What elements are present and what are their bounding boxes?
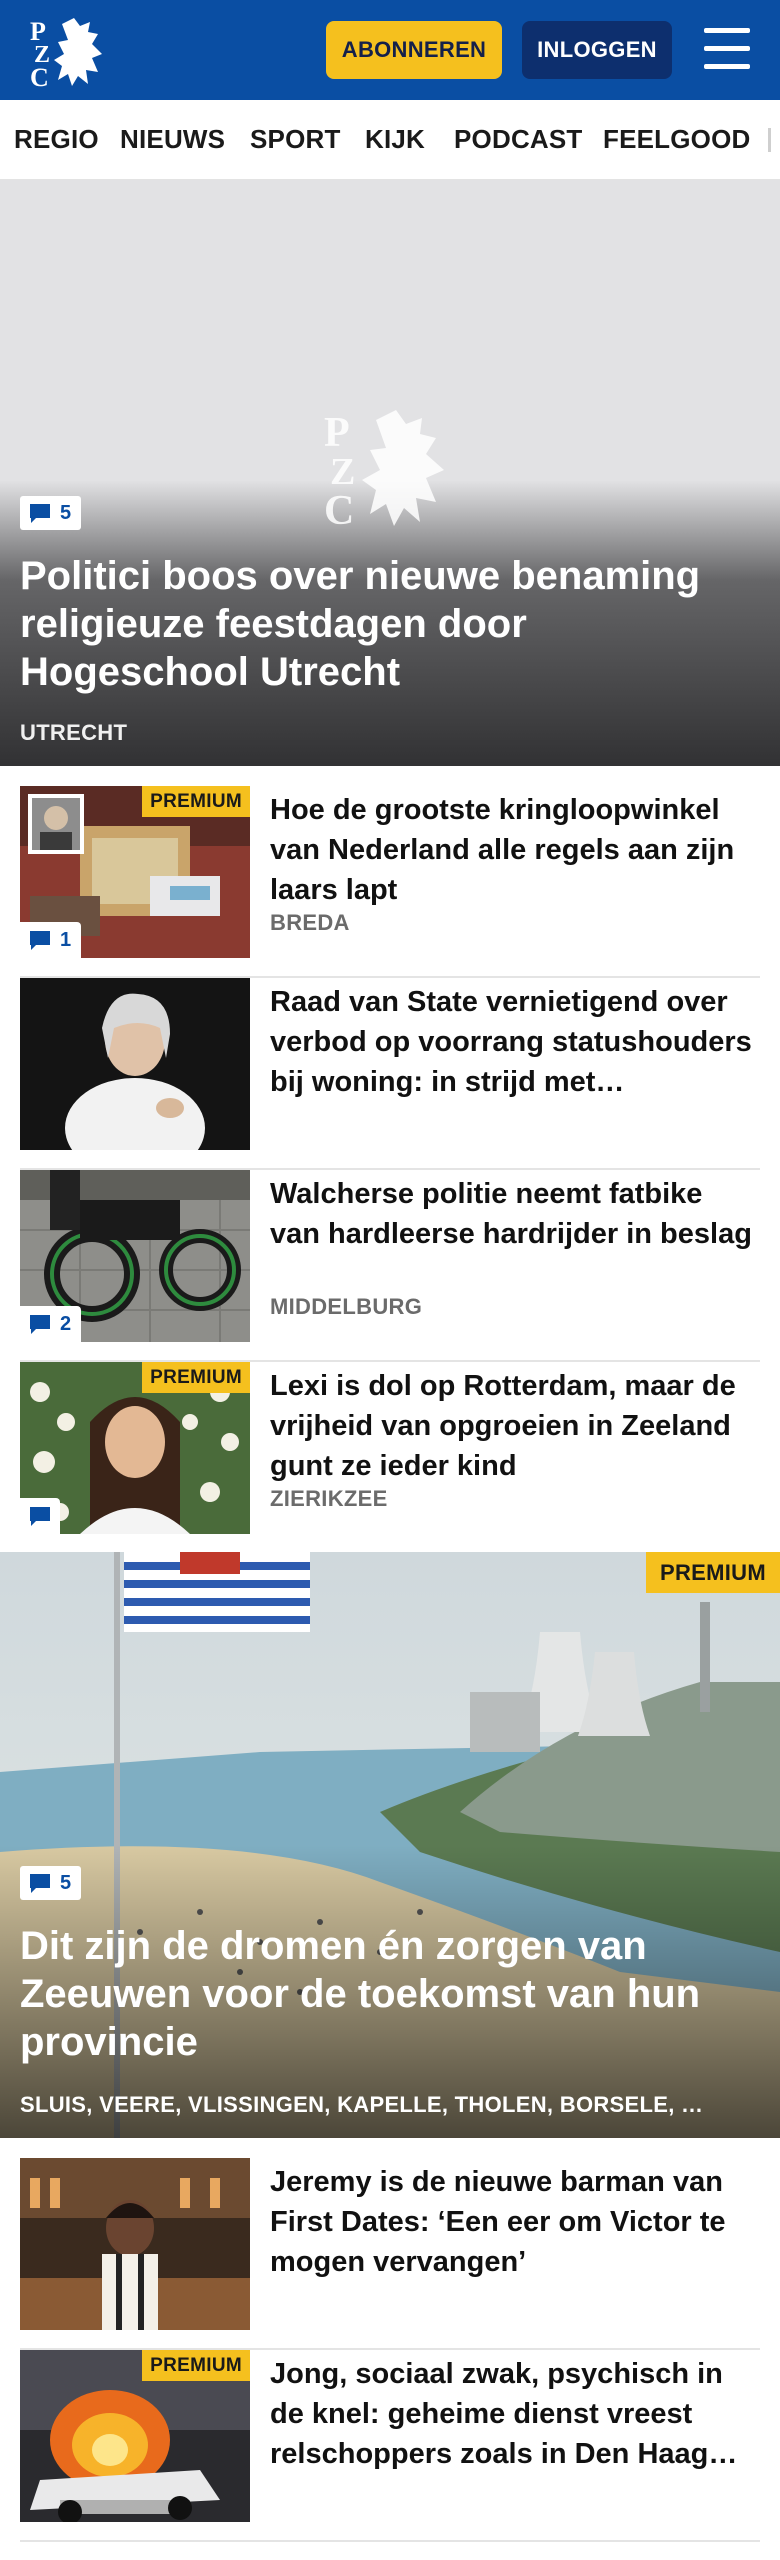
section-nav: REGIO NIEUWS SPORT KIJK PODCAST FEELGOOD bbox=[0, 100, 780, 180]
article-item[interactable]: PREMIUM Jong, sociaal zwak, psychisch in… bbox=[20, 2350, 760, 2542]
article-location: BREDA bbox=[270, 910, 350, 935]
article-location: ZIERIKZEE bbox=[270, 1486, 388, 1511]
nav-overflow-indicator bbox=[768, 128, 771, 152]
article-item[interactable]: 2 Walcherse politie neemt fatbike van ha… bbox=[20, 1170, 760, 1362]
premium-badge: PREMIUM bbox=[142, 2350, 250, 2381]
comment-icon bbox=[30, 931, 50, 950]
hero-article[interactable]: P Z C 5 Politici boos over nieuwe benami… bbox=[0, 180, 780, 766]
comment-icon bbox=[30, 504, 50, 523]
svg-text:C: C bbox=[30, 63, 49, 88]
nav-item-kijk[interactable]: KIJK bbox=[365, 124, 425, 155]
nav-item-nieuws[interactable]: NIEUWS bbox=[120, 124, 225, 155]
premium-badge: PREMIUM bbox=[646, 1552, 780, 1593]
premium-badge: PREMIUM bbox=[142, 786, 250, 817]
comment-icon bbox=[30, 1315, 50, 1334]
feature-article[interactable]: PREMIUM 5 Dit zijn de dromen én zorgen v… bbox=[0, 1552, 780, 2138]
nav-item-podcast[interactable]: PODCAST bbox=[454, 124, 583, 155]
subscribe-button[interactable]: ABONNEREN bbox=[326, 21, 502, 79]
article-thumbnail[interactable] bbox=[20, 978, 250, 1150]
svg-text:C: C bbox=[324, 488, 354, 528]
article-location: MIDDELBURG bbox=[270, 1294, 423, 1319]
site-header: P Z C ABONNEREN INLOGGEN bbox=[0, 0, 780, 100]
nav-item-sport[interactable]: SPORT bbox=[250, 124, 341, 155]
comment-icon bbox=[30, 1874, 50, 1893]
comment-count-badge[interactable]: 5 bbox=[20, 496, 82, 530]
article-item[interactable]: PREMIUM 1 Hoe de grootste kringloopwinke… bbox=[20, 786, 760, 978]
comment-count: 1 bbox=[60, 928, 72, 951]
article-thumbnail[interactable]: PREMIUM bbox=[20, 1362, 250, 1534]
article-thumbnail[interactable]: PREMIUM bbox=[20, 2350, 250, 2522]
nav-item-feelgood[interactable]: FEELGOOD bbox=[603, 124, 751, 155]
premium-badge: PREMIUM bbox=[142, 1362, 250, 1393]
svg-text:Z: Z bbox=[330, 451, 355, 493]
article-item[interactable]: PREMIUM Lexi is dol op Rotterdam, maar d… bbox=[20, 1362, 760, 1554]
comment-count-badge[interactable]: 2 bbox=[20, 1306, 82, 1342]
article-title[interactable]: Lexi is dol op Rotterdam, maar de vrijhe… bbox=[270, 1366, 760, 1486]
comment-count: 5 bbox=[60, 501, 72, 524]
comment-count-badge[interactable]: 5 bbox=[20, 1866, 82, 1900]
hero-title[interactable]: Politici boos over nieuwe benaming relig… bbox=[20, 552, 740, 696]
placeholder-logo-image: P Z C bbox=[320, 404, 460, 534]
article-item[interactable]: Jeremy is de nieuwe barman van First Dat… bbox=[20, 2158, 760, 2350]
pzc-logo[interactable]: P Z C bbox=[28, 14, 112, 92]
comment-count: 2 bbox=[60, 1312, 72, 1335]
hero-location: UTRECHT bbox=[20, 720, 128, 745]
comment-count: 5 bbox=[60, 1871, 72, 1894]
article-title[interactable]: Jong, sociaal zwak, psychisch in de knel… bbox=[270, 2354, 760, 2474]
article-title[interactable]: Jeremy is de nieuwe barman van First Dat… bbox=[270, 2162, 760, 2282]
login-button[interactable]: INLOGGEN bbox=[522, 21, 672, 79]
comment-icon bbox=[30, 1507, 50, 1526]
article-title[interactable]: Raad van State vernietigend over verbod … bbox=[270, 982, 760, 1102]
article-thumbnail[interactable] bbox=[20, 2158, 250, 2330]
menu-icon[interactable] bbox=[700, 26, 754, 72]
article-title[interactable]: Hoe de grootste kringloopwinkel van Nede… bbox=[270, 790, 760, 910]
article-title[interactable]: Walcherse politie neemt fatbike van hard… bbox=[270, 1174, 760, 1254]
svg-text:P: P bbox=[324, 410, 350, 456]
feature-locations: SLUIS, VEERE, VLISSINGEN, KAPELLE, THOLE… bbox=[20, 2092, 704, 2117]
comment-count-badge[interactable]: 1 bbox=[20, 922, 82, 958]
article-thumbnail[interactable]: PREMIUM 1 bbox=[20, 786, 250, 958]
feature-title[interactable]: Dit zijn de dromen én zorgen van Zeeuwen… bbox=[20, 1922, 760, 2066]
article-item[interactable]: Raad van State vernietigend over verbod … bbox=[20, 978, 760, 1170]
article-thumbnail[interactable]: 2 bbox=[20, 1170, 250, 1342]
comment-count-badge[interactable] bbox=[20, 1498, 60, 1534]
nav-item-regio[interactable]: REGIO bbox=[14, 124, 99, 155]
